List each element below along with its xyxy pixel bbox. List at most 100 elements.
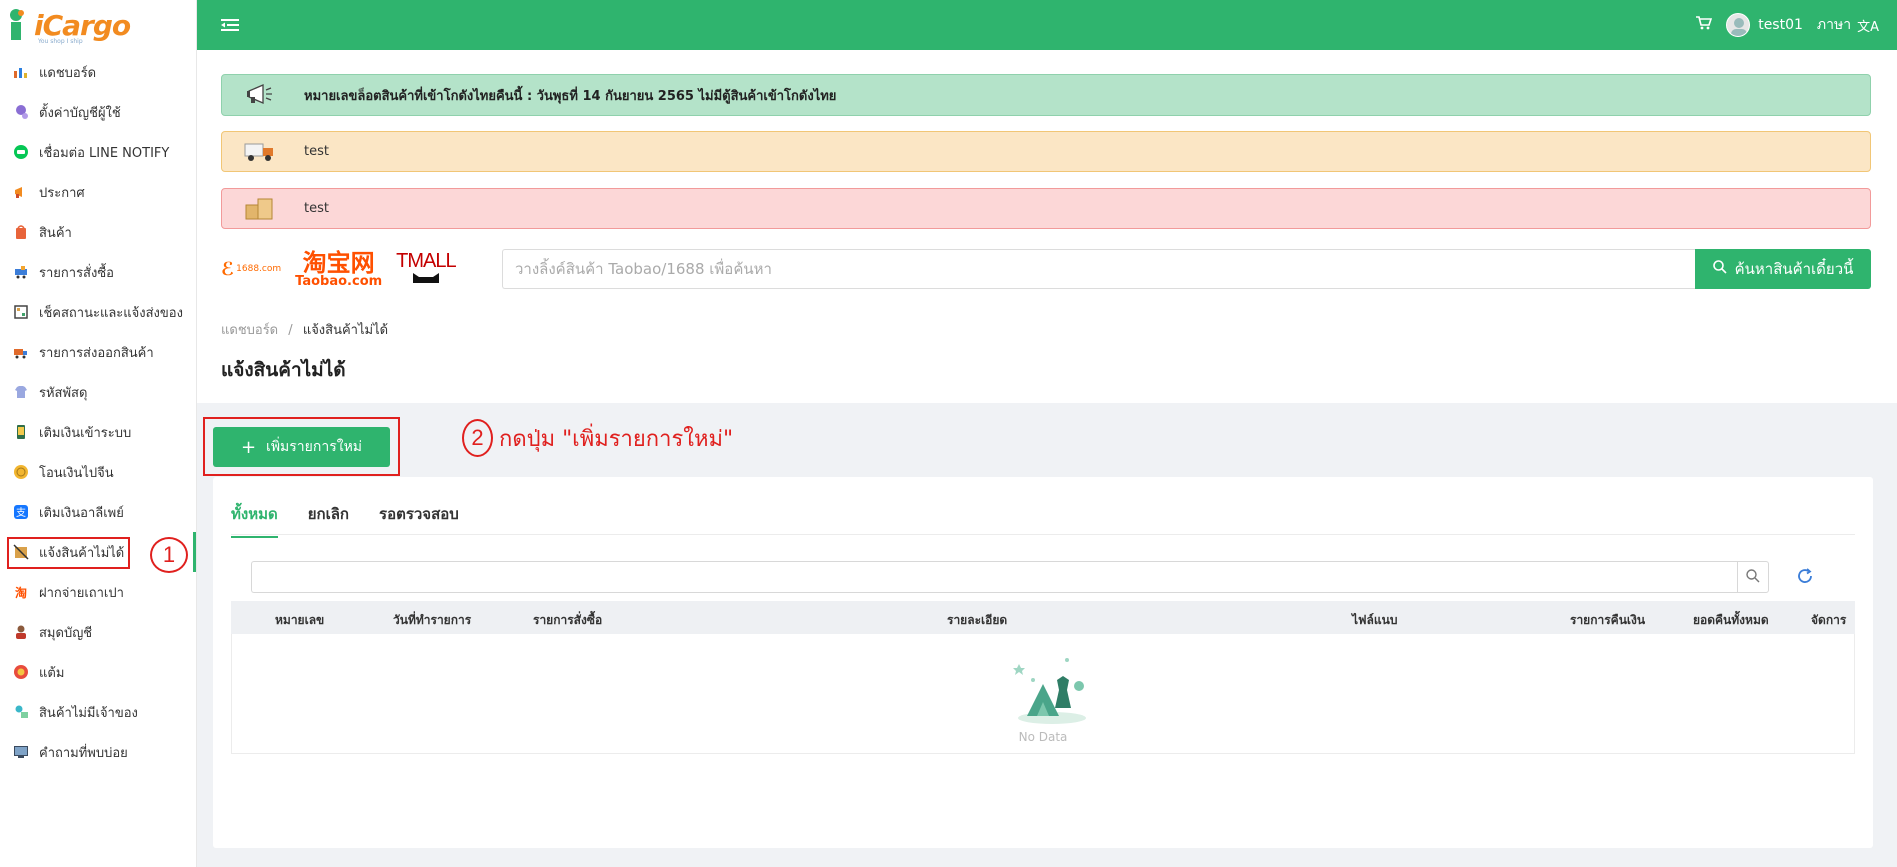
sidebar-item-label: เช็คสถานะและแจ้งส่งของ — [39, 305, 183, 321]
cart-icon[interactable] — [1696, 16, 1713, 34]
avatar — [1726, 13, 1751, 37]
sidebar-item-unclaimed[interactable]: สินค้าไม่มีเจ้าของ — [0, 692, 196, 732]
search-icon — [1746, 568, 1760, 586]
filter-input[interactable] — [251, 561, 1737, 593]
taobao-icon: 淘 — [12, 583, 30, 601]
sidebar-item-label: สินค้าไม่มีเจ้าของ — [39, 705, 138, 721]
alibaba-logo[interactable]: ℰ 1688.com — [221, 259, 281, 280]
column-date: วันที่ทำรายการ — [393, 613, 472, 627]
notice-truck: test — [221, 131, 1871, 172]
star-badge-icon — [12, 663, 30, 681]
sidebar-item-tracking-codes[interactable]: รหัสพัสดุ — [0, 372, 196, 412]
status-tabs: ทั้งหมด ยกเลิก รอตรวจสอบ — [231, 502, 459, 538]
megaphone-icon — [12, 183, 30, 201]
shelf-icon — [12, 303, 30, 321]
refresh-icon[interactable] — [1796, 567, 1814, 589]
sidebar-item-faq[interactable]: คำถามที่พบบ่อย — [0, 732, 196, 772]
sidebar-item-label: รายการสั่งซื้อ — [39, 265, 114, 281]
logo[interactable]: iCargo You shop I ship — [0, 0, 196, 50]
notice-text: หมายเลขล็อตสินค้าที่เข้าโกดังไทยคืนนี้ :… — [304, 88, 837, 104]
logo-mark-icon — [8, 8, 30, 42]
cart-icon — [12, 263, 30, 281]
sidebar-item-label: สินค้า — [39, 225, 72, 241]
annotation-step-1: 1 — [150, 537, 188, 573]
report-list-card: ทั้งหมด ยกเลิก รอตรวจสอบ หมายเลข วันที่ท… — [213, 477, 1873, 848]
sidebar-item-dashboard[interactable]: แดชบอร์ด — [0, 52, 196, 92]
sidebar-item-exports[interactable]: รายการส่งออกสินค้า — [0, 332, 196, 372]
sidebar-item-label: รหัสพัสดุ — [39, 385, 88, 401]
tab-all[interactable]: ทั้งหมด — [231, 502, 278, 538]
person-box-icon — [12, 703, 30, 721]
tmall-text: TMALL — [396, 249, 456, 272]
sidebar-item-label: คำถามที่พบบ่อย — [39, 745, 128, 761]
column-details: รายละเอียด — [947, 613, 1008, 627]
alibaba-mark-icon: ℰ — [221, 258, 235, 280]
column-attachment: ไฟล์แนบ — [1352, 613, 1398, 627]
sidebar-item-label: เติมเงินอาลีเพย์ — [39, 505, 124, 521]
notice-text: test — [304, 144, 329, 159]
column-actions: จัดการ — [1811, 613, 1847, 627]
sidebar-item-top-up[interactable]: เติมเงินเข้าระบบ — [0, 412, 196, 452]
search-product-button[interactable]: ค้นหาสินค้าเดี๋ยวนี้ — [1695, 249, 1871, 289]
person-icon — [12, 623, 30, 641]
translate-icon: 文A — [1857, 19, 1879, 35]
product-link-input[interactable] — [502, 249, 1695, 289]
tab-pending-review[interactable]: รอตรวจสอบ — [379, 502, 459, 538]
breadcrumb-home[interactable]: แดชบอร์ด — [221, 323, 278, 338]
breadcrumb: แดชบอร์ด / แจ้งสินค้าไม่ได้ — [221, 319, 388, 340]
alibaba-text: 1688.com — [236, 264, 282, 274]
menu-toggle-icon[interactable] — [221, 18, 239, 32]
chart-icon — [12, 63, 30, 81]
sidebar-item-ledger[interactable]: สมุดบัญชี — [0, 612, 196, 652]
taobao-text: Taobao.com — [295, 273, 383, 289]
sidebar-item-taobao-payment[interactable]: 淘 ฝากจ่ายเถาเปา — [0, 572, 196, 612]
sidebar-item-label: ประกาศ — [39, 185, 85, 201]
svg-text:支: 支 — [16, 507, 26, 519]
sidebar-item-orders[interactable]: รายการสั่งซื้อ — [0, 252, 196, 292]
language-switcher[interactable]: ภาษา 文A — [1817, 14, 1879, 36]
language-label: ภาษา — [1816, 17, 1852, 33]
sidebar-item-alipay-top-up[interactable]: 支 เติมเงินอาลีเพย์ — [0, 492, 196, 532]
boxes-icon — [240, 194, 280, 224]
sidebar-item-label: ฝากจ่ายเถาเปา — [39, 585, 124, 601]
sidebar-item-label: ตั้งค่าบัญชีผู้ใช้ — [39, 105, 121, 121]
sidebar-item-announcements[interactable]: ประกาศ — [0, 172, 196, 212]
sidebar-item-line-notify[interactable]: เชื่อมต่อ LINE NOTIFY — [0, 132, 196, 172]
main-content: หมายเลขล็อตสินค้าที่เข้าโกดังไทยคืนนี้ :… — [197, 50, 1897, 867]
shirt-icon — [12, 383, 30, 401]
tmall-cat-icon — [409, 271, 443, 288]
filter-search-button[interactable] — [1737, 561, 1769, 593]
table-filter — [251, 561, 1769, 593]
column-order: รายการสั่งซื้อ — [533, 613, 603, 627]
taobao-cn-text: 淘宝网 — [302, 248, 375, 277]
sidebar-item-points[interactable]: แต้ม — [0, 652, 196, 692]
column-number: หมายเลข — [275, 613, 325, 627]
delivery-truck-icon — [12, 343, 30, 361]
tmall-logo[interactable]: TMALL — [396, 249, 457, 288]
sidebar-item-account-settings[interactable]: ตั้งค่าบัญชีผู้ใช้ — [0, 92, 196, 132]
phone-wallet-icon — [12, 423, 30, 441]
user-menu[interactable]: test01 — [1726, 13, 1803, 37]
search-icon — [1712, 260, 1727, 278]
notice-lot-info: หมายเลขล็อตสินค้าที่เข้าโกดังไทยคืนนี้ :… — [221, 74, 1871, 116]
sidebar-item-transfer-china[interactable]: โอนเงินไปจีน — [0, 452, 196, 492]
taobao-logo[interactable]: 淘宝网 Taobao.com — [295, 251, 382, 288]
sidebar-item-label: โอนเงินไปจีน — [39, 465, 114, 481]
logo-text: iCargo — [34, 8, 131, 42]
sidebar-item-status-check[interactable]: เช็คสถานะและแจ้งส่งของ — [0, 292, 196, 332]
product-search: ค้นหาสินค้าเดี๋ยวนี้ — [502, 249, 1871, 289]
annotation-instruction: 2 กดปุ่ม "เพิ่มรายการใหม่" — [462, 419, 733, 457]
tab-cancelled[interactable]: ยกเลิก — [308, 502, 349, 538]
line-icon — [12, 143, 30, 161]
annotation-box-add-button — [203, 417, 400, 476]
notice-text: test — [304, 201, 329, 216]
sidebar-item-label: แต้ม — [39, 665, 65, 681]
empty-state-illustration-icon — [1007, 650, 1097, 734]
username: test01 — [1758, 17, 1803, 33]
truck-icon — [240, 137, 280, 167]
shopping-bag-icon — [12, 223, 30, 241]
tabs-divider — [231, 534, 1855, 535]
sidebar-item-products[interactable]: สินค้า — [0, 212, 196, 252]
table-header: หมายเลข วันที่ทำรายการ รายการสั่งซื้อ รา… — [231, 601, 1855, 634]
table-body: No Data — [231, 634, 1855, 754]
